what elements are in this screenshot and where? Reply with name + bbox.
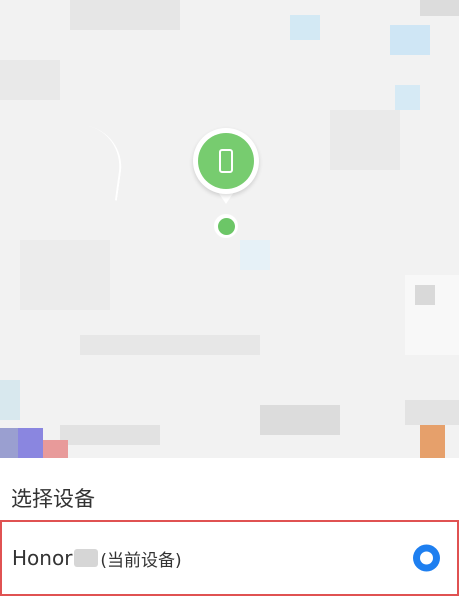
- map-tile: [420, 0, 459, 16]
- map-tile: [20, 240, 110, 310]
- location-dot-inner: [217, 217, 235, 235]
- map-tile: [405, 400, 459, 425]
- map-tile: [415, 285, 435, 305]
- device-radio-selected[interactable]: [413, 544, 440, 572]
- map-tile: [0, 428, 20, 458]
- map-tile: [420, 425, 445, 458]
- map-tile: [43, 440, 68, 458]
- map-tile: [260, 405, 340, 435]
- current-device-label: (当前设备): [100, 550, 182, 571]
- device-model-redacted: [74, 549, 99, 567]
- map-tile: [80, 335, 260, 355]
- map-tile: [0, 60, 60, 100]
- select-device-title: 选择设备: [11, 487, 95, 511]
- map-tile: [70, 0, 180, 30]
- device-list-item[interactable]: Honor (当前设备): [0, 520, 459, 596]
- map-view[interactable]: [0, 0, 459, 458]
- radio-dot-icon: [420, 551, 433, 565]
- map-tile: [290, 15, 320, 40]
- device-marker[interactable]: [198, 133, 254, 189]
- map-tile: [390, 25, 430, 55]
- device-name: Honor: [12, 546, 73, 570]
- map-tile: [240, 240, 270, 270]
- map-tile: [0, 380, 20, 420]
- map-tile: [60, 425, 160, 445]
- map-tile: [395, 85, 420, 110]
- phone-icon: [219, 149, 233, 173]
- map-tile: [18, 428, 43, 458]
- current-location-dot: [214, 214, 238, 238]
- map-tile: [330, 110, 400, 170]
